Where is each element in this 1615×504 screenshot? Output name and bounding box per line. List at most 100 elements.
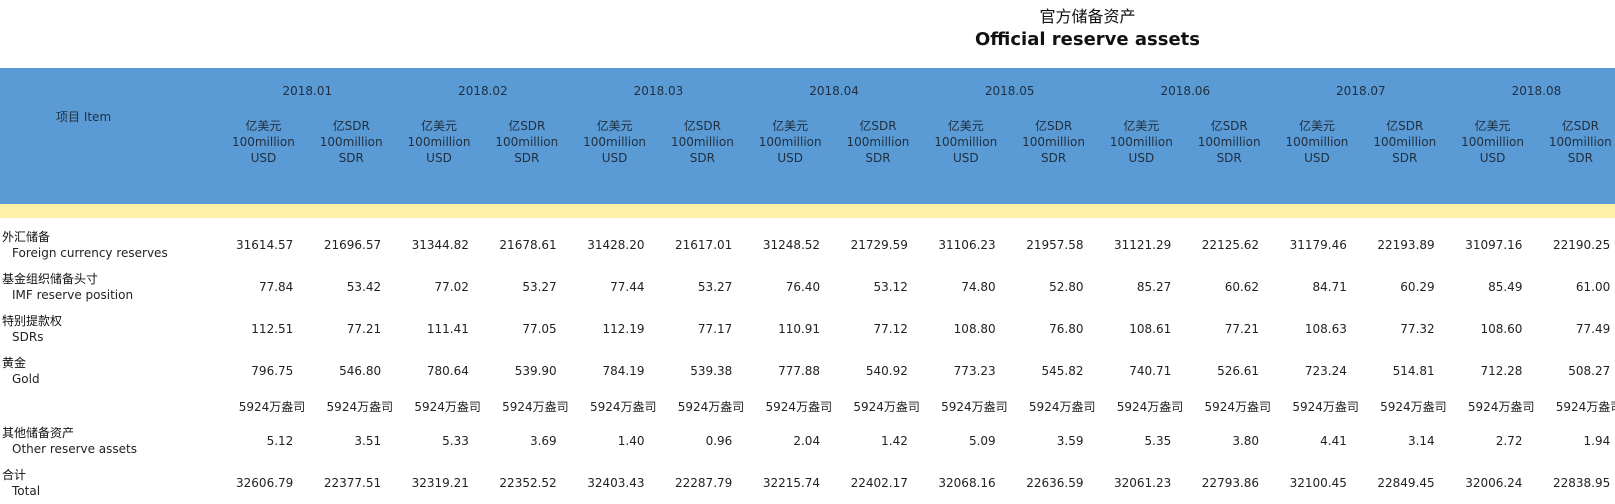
value-cell: 53.27: [697, 280, 733, 294]
value-cell: 723.24: [1304, 364, 1347, 378]
row-label-cn: 基金组织储备头寸: [2, 272, 99, 286]
value-cell: 784.19: [602, 364, 645, 378]
value-cell: 32068.16: [938, 476, 996, 490]
value-cell: 85.49: [1488, 280, 1523, 294]
unit-header: 亿美元 100million USD: [395, 114, 483, 204]
unit-header: 亿美元 100million USD: [921, 114, 1010, 204]
value-cell: 21696.57: [323, 238, 382, 252]
value-cell: 5.12: [266, 434, 294, 448]
unit-header: 亿美元 100million USD: [570, 114, 659, 204]
value-cell: 22125.62: [1201, 238, 1260, 252]
value-cell: 31106.23: [938, 238, 996, 252]
value-cell: 539.38: [690, 364, 733, 378]
row-label: [0, 392, 220, 420]
unit-header: 亿美元 100million USD: [1448, 114, 1537, 204]
value-cell: 508.27: [1568, 364, 1611, 378]
value-cell: 31614.57: [236, 238, 294, 252]
unit-header-line: 亿美元: [947, 119, 984, 134]
value-cell: 112.51: [251, 322, 294, 336]
unit-header-line: USD: [601, 151, 628, 166]
row-label-en: IMF reserve position: [12, 288, 134, 302]
unit-header-line: 亿SDR: [1561, 119, 1599, 134]
value-cell: 31097.16: [1465, 238, 1523, 252]
unit-header-line: 亿美元: [245, 119, 282, 134]
value-cell: 5924万盎司: [326, 399, 394, 414]
row-label-en: Total: [12, 484, 41, 498]
value-cell: 22352.52: [499, 476, 557, 490]
value-cell: 108.80: [953, 322, 996, 336]
value-cell: 2.04: [793, 434, 821, 448]
value-cell: 77.17: [697, 322, 733, 336]
page-title: 官方储备资产 Official reserve assets: [0, 6, 1615, 52]
value-cell: 546.80: [339, 364, 382, 378]
row-label-en: Other reserve assets: [12, 442, 138, 456]
item-column-header: 项目 Item: [0, 68, 220, 204]
unit-header-line: 亿SDR: [1210, 119, 1248, 134]
value-cell: 110.91: [778, 322, 821, 336]
unit-header-line: 100million: [1285, 135, 1349, 150]
row-label-en: Foreign currency reserves: [12, 246, 168, 260]
value-cell: 77.21: [346, 322, 382, 336]
reserve-table-container[interactable]: 项目 Item 2018.01 2018.02 2018.03 2018.04 2018.…: [0, 68, 1615, 504]
value-cell: 32215.74: [762, 476, 821, 490]
unit-header-line: 亿美元: [772, 119, 809, 134]
period-header: 2018.08: [1448, 68, 1615, 115]
unit-header-line: 100million: [846, 135, 910, 150]
unit-header: 亿美元 100million USD: [746, 114, 835, 204]
value-cell: 84.71: [1312, 280, 1347, 294]
value-cell: 0.96: [705, 434, 733, 448]
value-cell: 796.75: [251, 364, 294, 378]
unit-header-line: 100million: [495, 135, 559, 150]
value-cell: 780.64: [426, 364, 469, 378]
value-cell: 5924万盎司: [677, 399, 745, 414]
period-header: 2018.07: [1273, 68, 1449, 115]
value-cell: 4.41: [1320, 434, 1347, 448]
unit-header-line: USD: [426, 151, 452, 166]
unit-header: 亿SDR 100million SDR: [482, 114, 571, 204]
value-cell: 77.49: [1575, 322, 1611, 336]
value-cell: 53.12: [873, 280, 908, 294]
row-label-cn: 合计: [2, 468, 27, 482]
table-row: 基金组织储备头寸 IMF reserve position 77.84 53.42 77…: [0, 266, 1615, 308]
unit-header-line: SDR: [865, 151, 891, 166]
value-cell: 712.28: [1480, 364, 1523, 378]
row-label-cn: 其他储备资产: [2, 426, 75, 440]
unit-header-line: 亿美元: [420, 119, 457, 134]
value-cell: 540.92: [865, 364, 908, 378]
unit-header-line: 100million: [1109, 135, 1173, 150]
unit-header-line: SDR: [1392, 151, 1418, 166]
value-cell: 60.62: [1224, 280, 1260, 294]
table-row: 特别提款权 SDRs 112.51 77.21 111.41 77.05 112.19 77.…: [0, 308, 1615, 350]
value-cell: 108.60: [1480, 322, 1523, 336]
value-cell: 31121.29: [1114, 238, 1172, 252]
unit-header-line: 亿SDR: [683, 119, 721, 134]
value-cell: 740.71: [1129, 364, 1172, 378]
value-cell: 77.84: [258, 280, 294, 294]
value-cell: 77.12: [873, 322, 908, 336]
unit-header-line: USD: [1128, 151, 1155, 166]
value-cell: 5924万盎司: [1204, 399, 1272, 414]
unit-header-line: USD: [777, 151, 803, 166]
value-cell: 5.35: [1144, 434, 1172, 448]
unit-header: 亿SDR 100million SDR: [1360, 114, 1449, 204]
value-cell: 1.42: [881, 434, 908, 448]
value-cell: 111.41: [426, 322, 469, 336]
value-cell: 32403.43: [587, 476, 645, 490]
unit-header: 亿美元 100million USD: [1273, 114, 1361, 204]
unit-header: 亿SDR 100million SDR: [834, 114, 922, 204]
value-cell: 52.80: [1049, 280, 1084, 294]
row-label: 外汇储备 Foreign currency reserves: [0, 224, 220, 266]
unit-header-line: 100million: [1548, 135, 1612, 150]
period-header: 2018.02: [395, 68, 571, 115]
value-cell: 76.40: [785, 280, 821, 294]
title-chinese: 官方储备资产: [1039, 7, 1136, 26]
value-cell: 22193.89: [1377, 238, 1435, 252]
table-row: 其他储备资产 Other reserve assets 5.12 3.51 5.33 3.…: [0, 420, 1615, 462]
unit-header: 亿SDR 100million SDR: [1536, 114, 1615, 204]
period-header: 2018.03: [570, 68, 747, 115]
value-cell: 76.80: [1049, 322, 1084, 336]
unit-header-line: 100million: [1461, 135, 1524, 150]
value-cell: 21957.58: [1026, 238, 1084, 252]
value-cell: 77.21: [1224, 322, 1260, 336]
value-cell: 108.61: [1129, 322, 1172, 336]
